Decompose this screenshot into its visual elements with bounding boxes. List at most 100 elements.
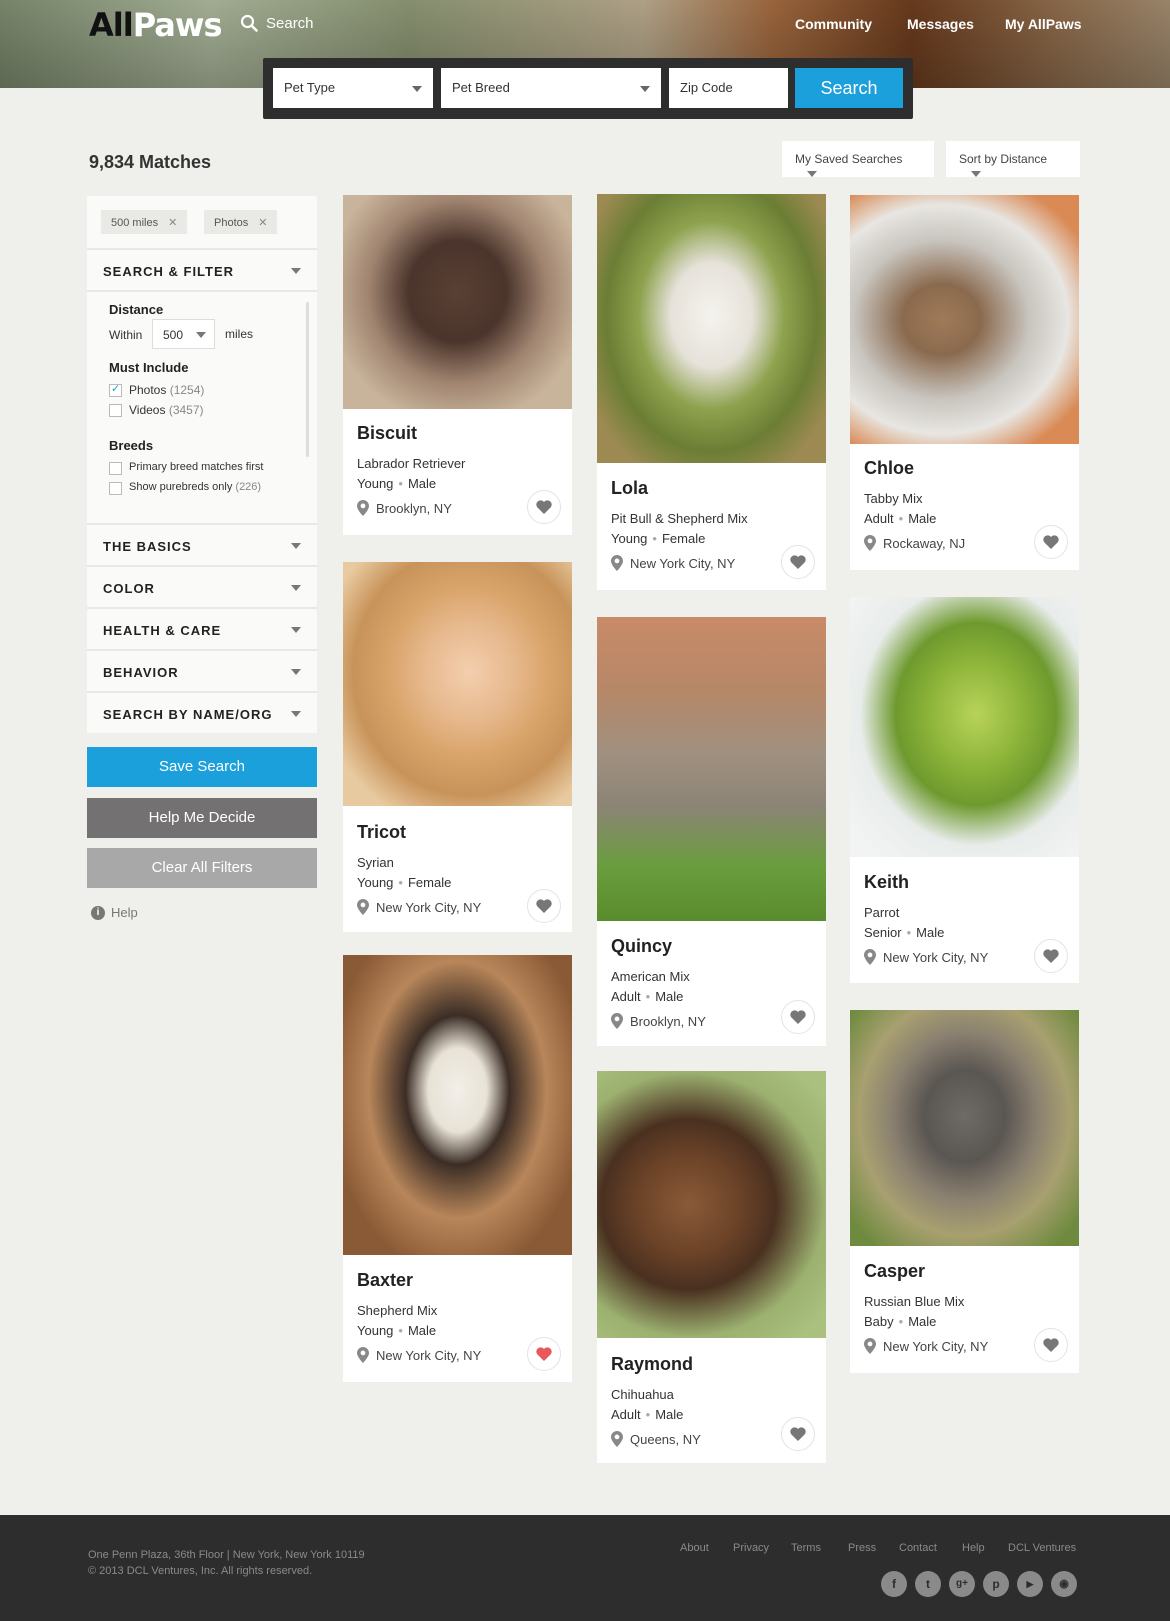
pet-name[interactable]: Raymond bbox=[611, 1354, 693, 1375]
zip-code-input[interactable]: Zip Code bbox=[669, 68, 788, 108]
favorite-button[interactable] bbox=[527, 490, 561, 524]
pet-card-raymond[interactable]: Raymond Chihuahua Adult • Male Queens, NY bbox=[597, 1071, 826, 1463]
heart-icon bbox=[790, 1010, 806, 1024]
nav-my-allpaws[interactable]: My AllPaws bbox=[1005, 16, 1082, 32]
instagram-icon[interactable]: ◉ bbox=[1051, 1571, 1077, 1597]
pet-card-casper[interactable]: Casper Russian Blue Mix Baby • Male New Yo… bbox=[850, 1010, 1079, 1373]
chevron-down-icon bbox=[291, 268, 301, 274]
favorite-button[interactable] bbox=[781, 545, 815, 579]
chevron-down-icon bbox=[291, 669, 301, 675]
pet-photo[interactable] bbox=[850, 1010, 1079, 1246]
purebreds-checkbox[interactable] bbox=[109, 482, 122, 495]
saved-searches-dropdown[interactable]: My Saved Searches bbox=[782, 141, 934, 177]
footer-link-terms[interactable]: Terms bbox=[791, 1542, 821, 1554]
pet-photo[interactable] bbox=[343, 195, 572, 409]
section-the-basics[interactable]: THE BASICS bbox=[87, 523, 317, 565]
section-health-care[interactable]: HEALTH & CARE bbox=[87, 607, 317, 649]
nav-messages[interactable]: Messages bbox=[907, 16, 974, 32]
location-pin-icon bbox=[864, 949, 876, 965]
section-search-by-name[interactable]: SEARCH BY NAME/ORG bbox=[87, 691, 317, 733]
favorite-button[interactable] bbox=[1034, 1328, 1068, 1362]
pet-photo[interactable] bbox=[597, 1071, 826, 1338]
footer-link-contact[interactable]: Contact bbox=[899, 1542, 937, 1554]
header-search[interactable]: Search bbox=[240, 14, 314, 32]
pet-name[interactable]: Keith bbox=[864, 872, 909, 893]
pet-photo[interactable] bbox=[597, 617, 826, 921]
footer-link-dcl[interactable]: DCL Ventures bbox=[1008, 1542, 1076, 1554]
favorite-button[interactable] bbox=[527, 1337, 561, 1371]
help-link[interactable]: i Help bbox=[91, 905, 138, 920]
pet-card-tricot[interactable]: Tricot Syrian Young • Female New York City… bbox=[343, 562, 572, 932]
pet-name[interactable]: Baxter bbox=[357, 1270, 413, 1291]
clear-filters-button[interactable]: Clear All Filters bbox=[87, 848, 317, 888]
favorite-button[interactable] bbox=[1034, 525, 1068, 559]
breeds-label: Breeds bbox=[109, 438, 154, 453]
distance-select[interactable]: 500 bbox=[152, 319, 215, 349]
pet-breed: American Mix bbox=[611, 969, 690, 984]
pinterest-icon[interactable]: p bbox=[983, 1571, 1009, 1597]
photos-checkbox[interactable] bbox=[109, 382, 122, 397]
close-icon[interactable]: ✕ bbox=[168, 217, 177, 229]
footer-link-about[interactable]: About bbox=[680, 1542, 709, 1554]
heart-icon bbox=[790, 1427, 806, 1441]
sort-dropdown[interactable]: Sort by Distance bbox=[946, 141, 1080, 177]
pet-card-lola[interactable]: Lola Pit Bull & Shepherd Mix Young • Femal… bbox=[597, 194, 826, 590]
footer-link-press[interactable]: Press bbox=[848, 1542, 876, 1554]
pet-card-chloe[interactable]: Chloe Tabby Mix Adult • Male Rockaway, NJ bbox=[850, 195, 1079, 570]
videos-checkbox[interactable] bbox=[109, 404, 122, 417]
pet-breed-select[interactable]: Pet Breed bbox=[441, 68, 661, 108]
pet-name[interactable]: Biscuit bbox=[357, 423, 417, 444]
search-button[interactable]: Search bbox=[795, 68, 903, 108]
filter-chip-distance[interactable]: 500 miles ✕ bbox=[101, 210, 188, 234]
pet-name[interactable]: Tricot bbox=[357, 822, 406, 843]
pet-age-sex: Senior • Male bbox=[864, 925, 945, 940]
pet-name[interactable]: Casper bbox=[864, 1261, 925, 1282]
pet-photo[interactable] bbox=[597, 194, 826, 463]
twitter-icon[interactable]: t bbox=[915, 1571, 941, 1597]
search-bar: Pet Type Pet Breed Zip Code Search bbox=[263, 58, 913, 119]
section-behavior[interactable]: BEHAVIOR bbox=[87, 649, 317, 691]
youtube-icon[interactable]: ▶ bbox=[1017, 1571, 1043, 1597]
chevron-down-icon bbox=[196, 332, 206, 338]
pet-name[interactable]: Lola bbox=[611, 478, 648, 499]
footer-address: One Penn Plaza, 36th Floor | New York, N… bbox=[88, 1549, 365, 1577]
pet-photo[interactable] bbox=[850, 195, 1079, 444]
footer-link-help[interactable]: Help bbox=[962, 1542, 985, 1554]
favorite-button[interactable] bbox=[527, 889, 561, 923]
pet-photo[interactable] bbox=[343, 955, 572, 1255]
pet-type-select[interactable]: Pet Type bbox=[273, 68, 433, 108]
nav-community[interactable]: Community bbox=[795, 16, 872, 32]
filter-sidebar: 500 miles ✕ Photos ✕ SEARCH & FILTER Dista… bbox=[87, 196, 317, 733]
scrollbar[interactable] bbox=[306, 302, 309, 457]
pet-name[interactable]: Quincy bbox=[611, 936, 672, 957]
favorite-button[interactable] bbox=[781, 1000, 815, 1034]
section-search-filter[interactable]: SEARCH & FILTER bbox=[87, 248, 317, 290]
google-plus-icon[interactable]: g+ bbox=[949, 1571, 975, 1597]
pet-card-biscuit[interactable]: Biscuit Labrador Retriever Young • Male Br… bbox=[343, 195, 572, 535]
footer-link-privacy[interactable]: Privacy bbox=[733, 1542, 769, 1554]
primary-breed-checkbox[interactable] bbox=[109, 462, 122, 475]
favorite-button[interactable] bbox=[781, 1417, 815, 1451]
pet-name[interactable]: Chloe bbox=[864, 458, 914, 479]
distance-label: Distance bbox=[109, 302, 164, 317]
close-icon[interactable]: ✕ bbox=[258, 217, 267, 229]
pet-card-baxter[interactable]: Baxter Shepherd Mix Young • Male New York … bbox=[343, 955, 572, 1382]
pet-photo[interactable] bbox=[850, 597, 1079, 857]
pet-photo[interactable] bbox=[343, 562, 572, 806]
logo[interactable]: AllPaws bbox=[89, 6, 222, 44]
filter-chip-photos[interactable]: Photos ✕ bbox=[204, 210, 278, 234]
save-search-button[interactable]: Save Search bbox=[87, 747, 317, 787]
pet-location: Brooklyn, NY bbox=[357, 500, 452, 516]
search-icon bbox=[240, 14, 258, 32]
facebook-icon[interactable]: f bbox=[881, 1571, 907, 1597]
pet-card-keith[interactable]: Keith Parrot Senior • Male New York City, … bbox=[850, 597, 1079, 983]
pet-breed: Syrian bbox=[357, 855, 394, 870]
section-color[interactable]: COLOR bbox=[87, 565, 317, 607]
pet-location: New York City, NY bbox=[357, 899, 481, 915]
purebreds-option: Show purebreds only (226) bbox=[129, 481, 262, 493]
chevron-down-icon bbox=[291, 585, 301, 591]
pet-breed: Parrot bbox=[864, 905, 900, 920]
pet-card-quincy[interactable]: Quincy American Mix Adult • Male Brooklyn,… bbox=[597, 617, 826, 1046]
favorite-button[interactable] bbox=[1034, 939, 1068, 973]
help-me-decide-button[interactable]: Help Me Decide bbox=[87, 798, 317, 838]
